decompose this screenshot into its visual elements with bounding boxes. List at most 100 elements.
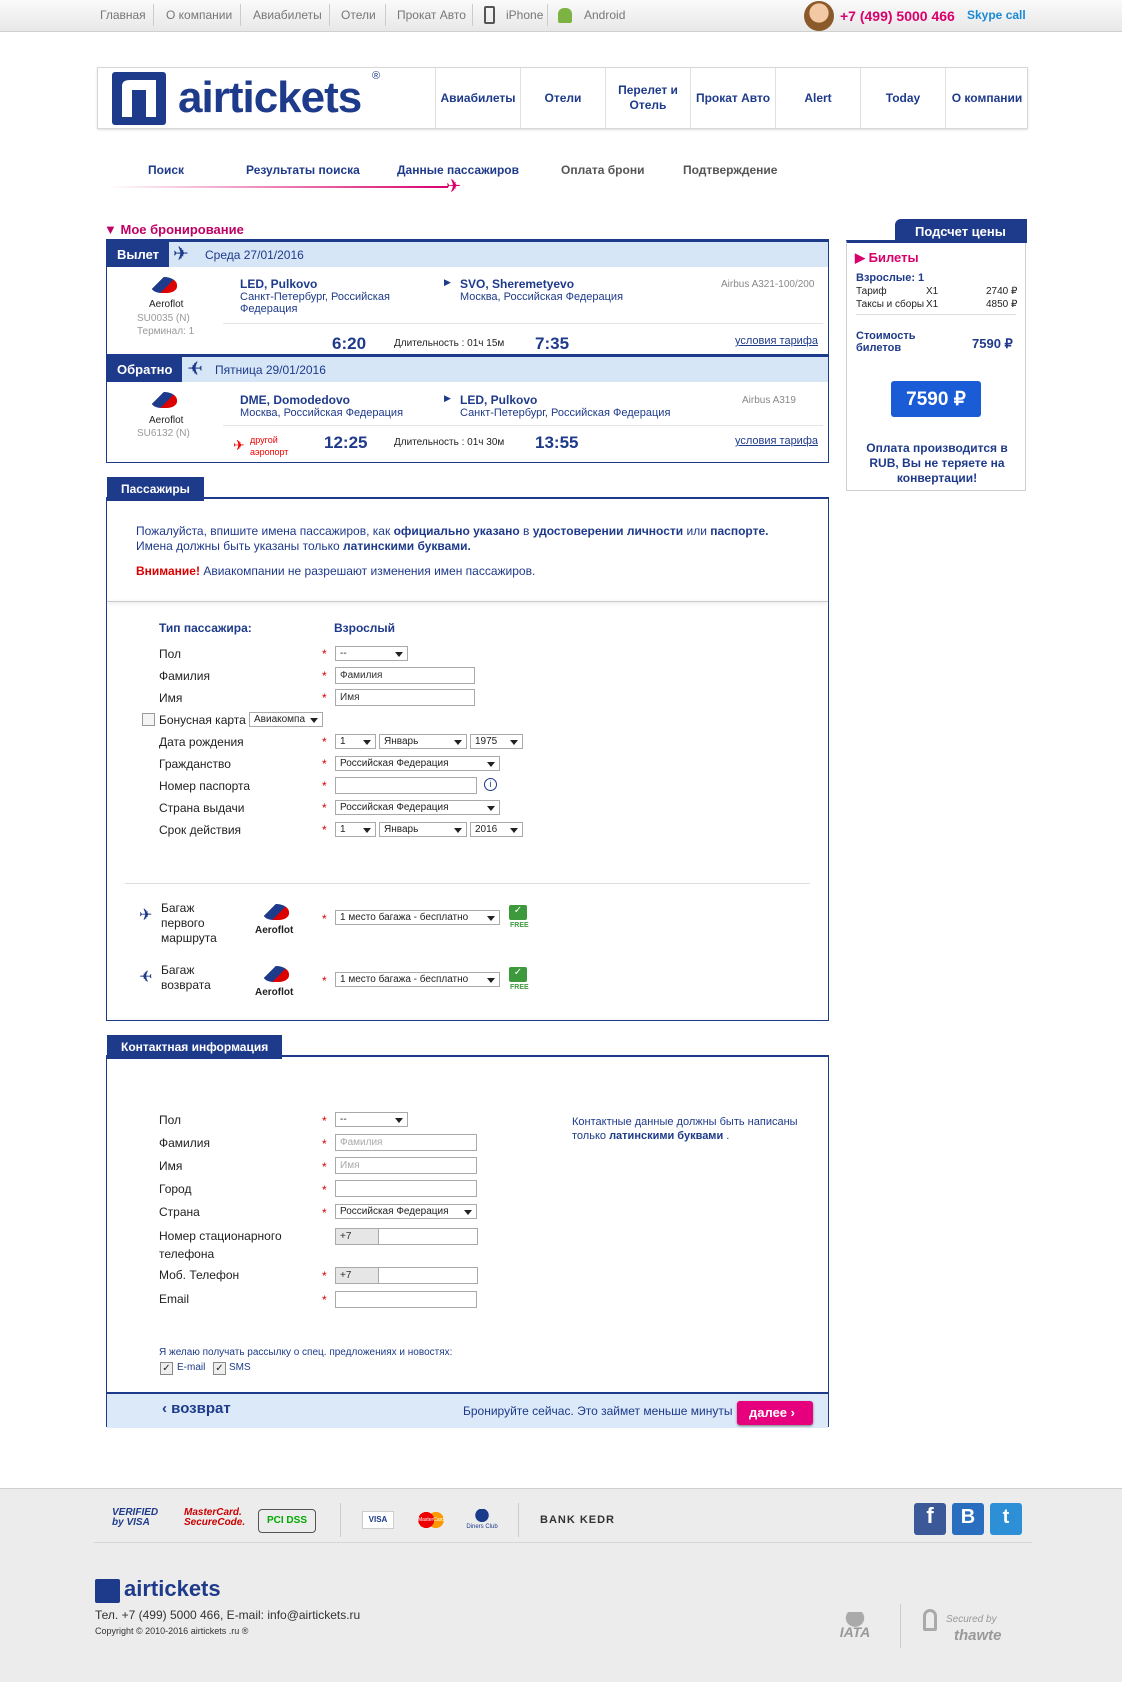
step-payment: Оплата брони bbox=[561, 163, 645, 177]
inbound-plane-icon: ✈ bbox=[187, 359, 203, 380]
outbound-aircraft: Airbus A321-100/200 bbox=[721, 279, 815, 290]
expiry-month-select[interactable]: Январь bbox=[379, 822, 467, 837]
my-booking-title[interactable]: ▼ Мое бронирование bbox=[104, 222, 244, 237]
nav-car-rental[interactable]: Прокат Авто bbox=[690, 68, 775, 128]
price-note: Оплата производится в RUB, Вы не теряете… bbox=[866, 441, 1008, 485]
passport-input[interactable] bbox=[335, 777, 477, 794]
topnav-flights[interactable]: Авиабилеты bbox=[253, 8, 322, 22]
footer-logo-icon bbox=[95, 1579, 120, 1603]
skype-call-link[interactable]: Skype call bbox=[967, 8, 1026, 22]
gender-label: Пол bbox=[159, 647, 182, 661]
newsletter-email-checkbox[interactable]: ✓ bbox=[160, 1362, 173, 1375]
facebook-icon[interactable]: f bbox=[914, 1503, 946, 1535]
contact-country-select[interactable]: Российская Федерация bbox=[335, 1204, 477, 1219]
aeroflot-logo-icon bbox=[151, 277, 177, 293]
surname-input[interactable]: Фамилия bbox=[335, 667, 475, 684]
passport-info-icon[interactable]: i bbox=[484, 778, 497, 791]
contact-surname-label: Фамилия bbox=[159, 1136, 210, 1150]
mobile-input[interactable] bbox=[378, 1267, 478, 1284]
logo-text[interactable]: airtickets bbox=[178, 73, 362, 123]
step-confirmation: Подтверждение bbox=[683, 163, 778, 177]
contact-email-input[interactable] bbox=[335, 1291, 477, 1308]
inbound-date: Пятница 29/01/2016 bbox=[215, 363, 326, 377]
topnav-car-rental[interactable]: Прокат Авто bbox=[397, 8, 466, 22]
price-taxes-label: Таксы и сборы bbox=[856, 299, 925, 310]
issue-country-select[interactable]: Российская Федерация bbox=[335, 800, 500, 815]
expiry-day-select[interactable]: 1 bbox=[335, 822, 376, 837]
price-tariff-label: Тариф bbox=[856, 286, 887, 297]
bonus-card-checkbox[interactable] bbox=[142, 713, 155, 726]
dob-month-select[interactable]: Январь bbox=[379, 734, 467, 749]
contact-city-input[interactable] bbox=[335, 1180, 477, 1197]
next-button[interactable]: далее › bbox=[737, 1401, 813, 1425]
free-baggage-label: FREE bbox=[510, 984, 529, 991]
landline-input[interactable] bbox=[378, 1228, 478, 1245]
nav-alert[interactable]: Alert bbox=[775, 68, 860, 128]
outbound-to-airport: SVO, Sheremetyevo bbox=[460, 277, 575, 291]
nav-hotels[interactable]: Отели bbox=[520, 68, 605, 128]
topnav-iphone[interactable]: iPhone bbox=[506, 8, 543, 22]
aeroflot-logo-icon bbox=[151, 392, 177, 408]
price-tariff-qty: X1 bbox=[926, 286, 939, 297]
nav-flight-hotel[interactable]: Перелет и Отель bbox=[605, 68, 690, 128]
mobile-code: +7 bbox=[335, 1267, 379, 1284]
name-input[interactable]: Имя bbox=[335, 689, 475, 706]
contact-country-label: Страна bbox=[159, 1205, 200, 1219]
booking-cta-text: Бронируйте сейчас. Это займет меньше мин… bbox=[463, 1404, 733, 1418]
inbound-from-airport: DME, Domodedovo bbox=[240, 393, 350, 407]
contact-gender-select[interactable]: -- bbox=[335, 1112, 408, 1127]
expiry-year-select[interactable]: 2016 bbox=[470, 822, 523, 837]
back-button[interactable]: ‹ возврат bbox=[162, 1400, 231, 1417]
form-action-bar: ‹ возврат Бронируйте сейчас. Это займет … bbox=[107, 1392, 828, 1428]
inbound-from-city: Москва, Российская Федерация bbox=[240, 407, 404, 419]
step-results[interactable]: Результаты поиска bbox=[246, 163, 360, 177]
baggage-outbound-select[interactable]: 1 место багажа - бесплатно bbox=[335, 910, 500, 925]
contact-name-input[interactable]: Имя bbox=[335, 1157, 477, 1174]
baggage-outbound-plane-icon: ✈ bbox=[139, 907, 153, 924]
price-total: 7590 ₽ bbox=[891, 381, 981, 417]
outbound-to-city: Москва, Российская Федерация bbox=[460, 291, 624, 303]
newsletter-sms-label: SMS bbox=[229, 1362, 251, 1373]
android-icon bbox=[558, 8, 572, 23]
topnav-home[interactable]: Главная bbox=[100, 8, 146, 22]
price-tariff-value: 2740 ₽ bbox=[986, 286, 1018, 297]
visa-icon: VISA bbox=[362, 1511, 394, 1529]
logo-icon[interactable] bbox=[112, 72, 166, 125]
nav-about[interactable]: О компании bbox=[945, 68, 1028, 128]
topnav-about[interactable]: О компании bbox=[166, 8, 232, 22]
iata-logo: IATA bbox=[830, 1612, 880, 1642]
diners-club-icon: Diners Club bbox=[466, 1509, 498, 1530]
inbound-to-airport: LED, Pulkovo bbox=[460, 393, 538, 407]
citizenship-select[interactable]: Российская Федерация bbox=[335, 756, 500, 771]
topnav-android[interactable]: Android bbox=[584, 8, 625, 22]
contact-note: Контактные данные должны быть написаны т… bbox=[572, 1116, 798, 1142]
progress-line bbox=[108, 186, 448, 188]
dob-year-select[interactable]: 1975 bbox=[470, 734, 523, 749]
dob-day-select[interactable]: 1 bbox=[335, 734, 376, 749]
passengers-instructions: Пожалуйста, впишите имена пассажиров, ка… bbox=[136, 524, 769, 553]
baggage-return-select[interactable]: 1 место багажа - бесплатно bbox=[335, 972, 500, 987]
inbound-tag: Обратно bbox=[107, 357, 183, 382]
mastercard-securecode-badge: MasterCard. SecureCode. bbox=[184, 1507, 246, 1528]
bonus-airline-select[interactable]: Авиакомпа bbox=[249, 712, 323, 727]
twitter-icon[interactable]: t bbox=[990, 1503, 1022, 1535]
outbound-from-airport: LED, Pulkovo bbox=[240, 277, 318, 291]
footer-contacts: Тел. +7 (499) 5000 466, E-mail: info@air… bbox=[95, 1608, 361, 1622]
baggage-return-plane-icon: ✈ bbox=[139, 969, 153, 986]
inbound-fare-conditions-link[interactable]: условия тарифа bbox=[735, 435, 818, 447]
nav-today[interactable]: Today bbox=[860, 68, 945, 128]
contact-tab: Контактная информация bbox=[107, 1035, 283, 1059]
outbound-fare-conditions-link[interactable]: условия тарифа bbox=[735, 335, 818, 347]
topnav-hotels[interactable]: Отели bbox=[341, 8, 376, 22]
gender-select[interactable]: -- bbox=[335, 646, 408, 661]
nav-flights[interactable]: Авиабилеты bbox=[435, 68, 520, 128]
vkontakte-icon[interactable]: B bbox=[952, 1503, 984, 1535]
contact-surname-input[interactable]: Фамилия bbox=[335, 1134, 477, 1151]
aeroflot-logo-icon bbox=[263, 904, 289, 920]
support-phone[interactable]: +7 (499) 5000 466 bbox=[840, 8, 955, 24]
step-search[interactable]: Поиск bbox=[148, 163, 184, 177]
outbound-airline: Aeroflot bbox=[149, 299, 184, 310]
bonus-card-label: Бонусная карта bbox=[159, 713, 246, 727]
newsletter-sms-checkbox[interactable]: ✓ bbox=[213, 1362, 226, 1375]
price-cost-value: 7590 ₽ bbox=[972, 336, 1013, 351]
